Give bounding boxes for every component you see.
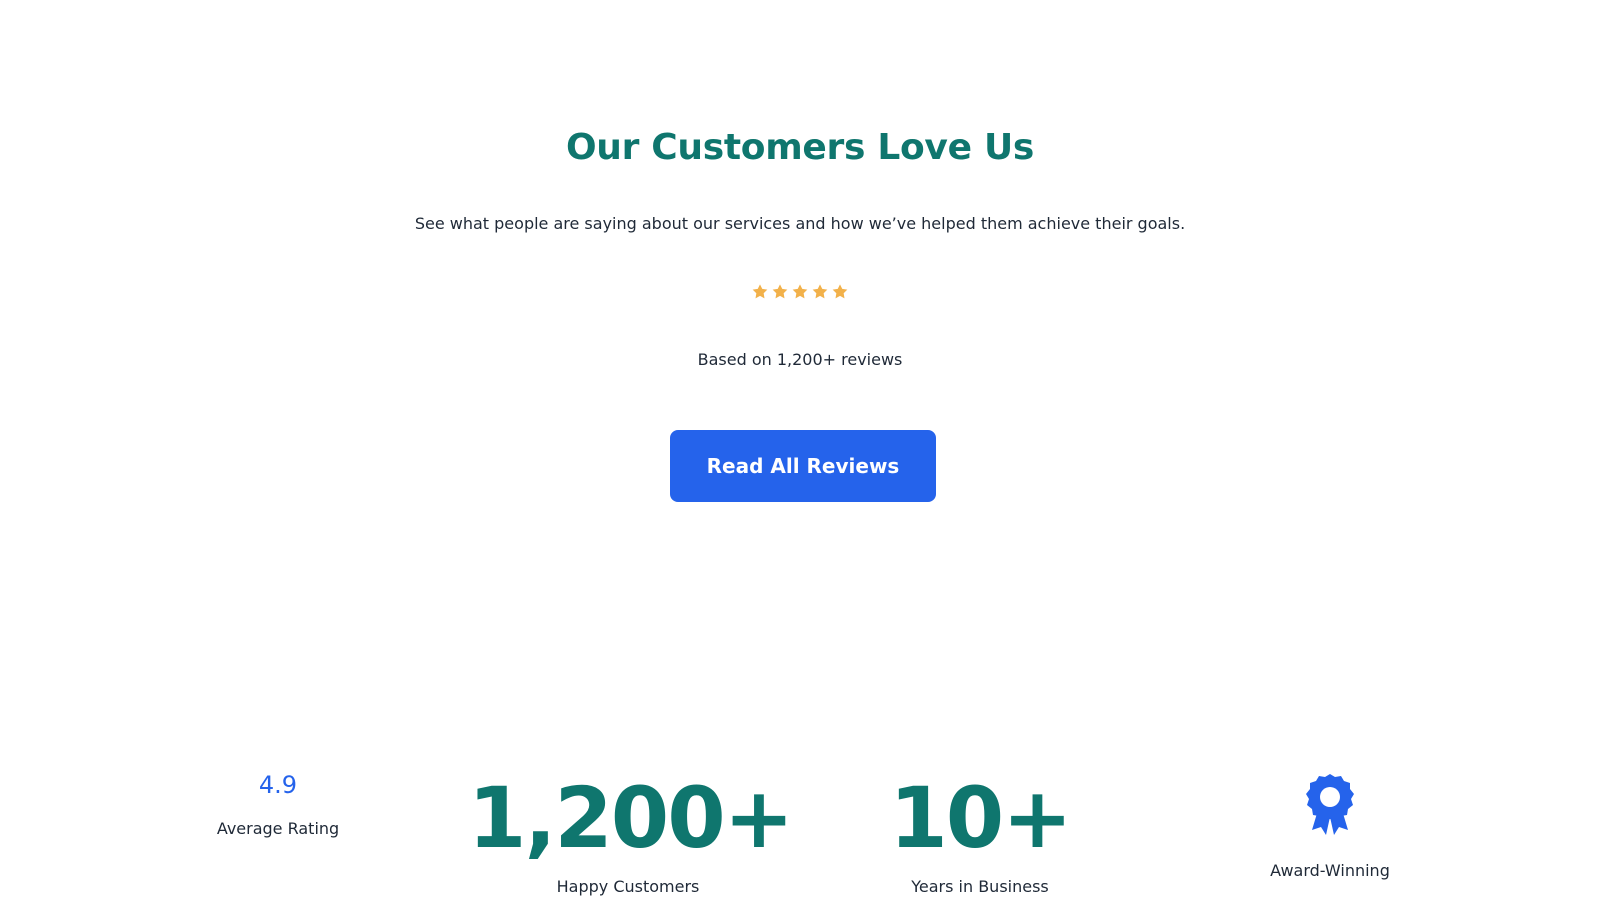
customers-label: Happy Customers — [556, 877, 700, 896]
star-icon — [812, 284, 828, 299]
years-label: Years in Business — [911, 877, 1049, 896]
stat-happy-customers: 1,200+ Happy Customers — [468, 769, 794, 898]
page-title: Our Customers Love Us — [565, 127, 1035, 168]
years-value: 10+ — [889, 769, 1072, 867]
stat-award-winning: Award-Winning — [1230, 772, 1430, 882]
star-icon — [772, 284, 788, 299]
page-subtitle: See what people are saying about our ser… — [414, 214, 1186, 233]
read-all-reviews-button[interactable]: Read All Reviews — [670, 430, 936, 502]
star-icon — [752, 284, 768, 299]
customers-value: 1,200+ — [468, 769, 794, 867]
star-icon — [832, 284, 848, 299]
star-icon — [792, 284, 808, 299]
stat-average-rating: 4.9 Average Rating — [178, 770, 378, 840]
rating-value: 4.9 — [258, 771, 298, 799]
rating-stars — [0, 282, 1600, 302]
reviews-count-text: Based on 1,200+ reviews — [697, 350, 903, 369]
rating-label: Average Rating — [216, 819, 340, 838]
stat-years-in-business: 10+ Years in Business — [870, 770, 1090, 898]
award-label: Award-Winning — [1270, 861, 1390, 880]
page: Our Customers Love Us See what people ar… — [0, 0, 1600, 900]
award-ribbon-icon — [1306, 774, 1354, 835]
